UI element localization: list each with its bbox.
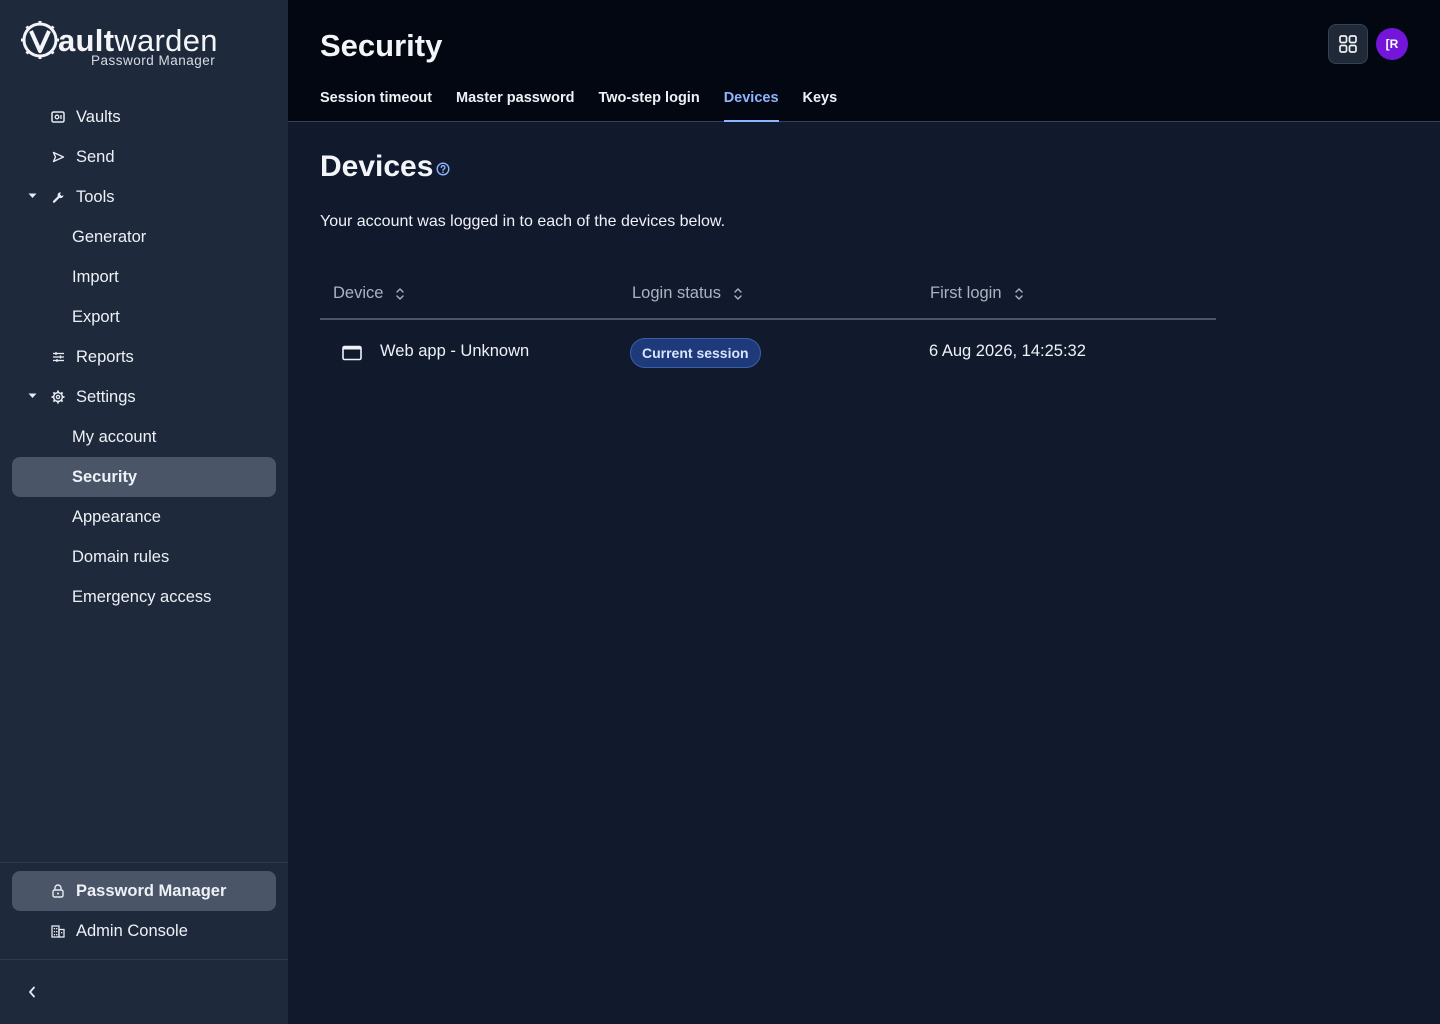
sidebar: aultwarden Password Manager Vaults Send … (0, 0, 288, 1024)
sidebar-item-domain-rules[interactable]: Domain rules (12, 537, 276, 577)
column-header-label: Login status (632, 284, 721, 302)
column-header-device[interactable]: Device (333, 284, 405, 303)
sidebar-item-export[interactable]: Export (12, 297, 276, 337)
browser-window-icon (342, 345, 362, 361)
sidebar-item-label: Password Manager (76, 881, 227, 900)
sidebar-item-label: Settings (76, 387, 136, 406)
sidebar-item-label: Export (72, 307, 120, 326)
tab-keys[interactable]: Keys (803, 80, 838, 122)
sidebar-item-security[interactable]: Security (12, 457, 276, 497)
gear-icon (50, 389, 66, 405)
logo-subtitle: Password Manager (91, 53, 216, 68)
sidebar-item-import[interactable]: Import (12, 257, 276, 297)
tab-bar: Session timeout Master password Two-step… (320, 80, 861, 122)
sidebar-item-send[interactable]: Send (12, 137, 276, 177)
tab-devices[interactable]: Devices (723, 80, 779, 122)
column-header-login-status[interactable]: Login status (632, 284, 743, 303)
collapse-sidebar-button[interactable] (20, 980, 44, 1004)
sidebar-item-label: Generator (72, 227, 147, 246)
sidebar-item-label: Import (72, 267, 119, 286)
table-header: Device Login status First login (320, 270, 1216, 320)
vault-icon (50, 109, 66, 125)
sidebar-item-label: Reports (76, 347, 134, 366)
caret-down-icon (26, 190, 38, 202)
sidebar-item-label: My account (72, 427, 157, 446)
page-title: Security (320, 28, 443, 63)
sort-icon (396, 287, 405, 300)
avatar[interactable]: [R (1376, 28, 1408, 60)
send-icon (50, 149, 66, 165)
device-name: Web app - Unknown (380, 342, 530, 360)
devices-table: Device Login status First login Web app … (320, 270, 1216, 386)
tab-master-password[interactable]: Master password (456, 80, 574, 122)
sidebar-item-emergency-access[interactable]: Emergency access (12, 577, 276, 617)
lock-icon (50, 883, 66, 899)
tab-session-timeout[interactable]: Session timeout (320, 80, 432, 122)
sidebar-item-label: Appearance (72, 507, 161, 526)
sidebar-divider (0, 862, 288, 863)
vaultwarden-logo-icon (21, 21, 59, 59)
section-title: Devices (320, 150, 434, 183)
sidebar-item-label: Domain rules (72, 547, 170, 566)
sidebar-item-generator[interactable]: Generator (12, 217, 276, 257)
tab-two-step-login[interactable]: Two-step login (598, 80, 699, 122)
building-icon (50, 923, 66, 939)
sort-icon (734, 287, 742, 300)
status-badge: Current session (630, 338, 761, 368)
sidebar-item-tools[interactable]: Tools (12, 177, 276, 217)
sort-icon (1014, 287, 1023, 300)
sidebar-item-appearance[interactable]: Appearance (12, 497, 276, 537)
column-header-first-login[interactable]: First login (930, 284, 1024, 303)
sidebar-item-label: Tools (76, 187, 115, 206)
sidebar-item-label: Emergency access (72, 587, 212, 606)
sidebar-item-label: Security (72, 467, 138, 486)
help-icon[interactable] (436, 162, 450, 176)
section-description: Your account was logged in to each of th… (320, 213, 726, 230)
sidebar-item-label: Vaults (76, 107, 121, 126)
sidebar-item-vaults[interactable]: Vaults (12, 97, 276, 137)
grid-icon (1339, 35, 1357, 53)
vaultwarden-logo[interactable]: aultwarden Password Manager (20, 20, 230, 70)
product-switcher-button[interactable] (1328, 24, 1368, 64)
sliders-icon (50, 349, 66, 365)
sidebar-item-label: Send (76, 147, 115, 166)
page-header: Security Session timeout Master password… (288, 0, 1440, 122)
sidebar-item-reports[interactable]: Reports (12, 337, 276, 377)
sidebar-item-settings[interactable]: Settings (12, 377, 276, 417)
sidebar-item-label: Admin Console (76, 921, 188, 940)
caret-down-icon (26, 390, 38, 402)
first-login-date: 6 Aug 2026, 14:25:32 (929, 342, 1086, 360)
sidebar-item-password-manager[interactable]: Password Manager (12, 871, 276, 911)
sidebar-divider (0, 959, 288, 960)
table-row: Web app - Unknown Current session 6 Aug … (320, 320, 1216, 386)
column-header-label: Device (333, 284, 384, 302)
chevron-left-icon (29, 986, 35, 998)
column-header-label: First login (930, 284, 1002, 302)
sidebar-item-admin-console[interactable]: Admin Console (12, 911, 276, 951)
wrench-icon (50, 189, 66, 205)
sidebar-item-my-account[interactable]: My account (12, 417, 276, 457)
